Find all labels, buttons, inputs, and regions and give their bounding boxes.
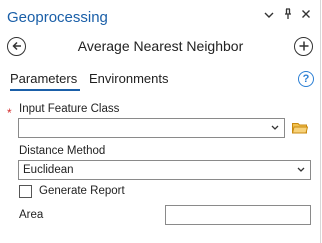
close-icon[interactable] [299, 8, 313, 24]
input-feature-class-field[interactable] [18, 118, 285, 138]
help-icon[interactable]: ? [298, 71, 314, 87]
pane-titlebar: Geoprocessing [0, 0, 321, 34]
active-tab-indicator [10, 89, 80, 91]
tool-tabs: Parameters Environments ? [0, 64, 321, 94]
tab-environments[interactable]: Environments [89, 71, 168, 86]
pin-icon[interactable] [281, 8, 295, 24]
distance-method-label: Distance Method [19, 145, 106, 157]
chevron-down-icon[interactable] [262, 8, 276, 24]
distance-method-select[interactable]: Euclidean [18, 160, 311, 180]
required-marker: * [7, 106, 12, 120]
back-button[interactable] [7, 37, 26, 56]
tool-header: Average Nearest Neighbor [0, 34, 321, 60]
tab-parameters[interactable]: Parameters [10, 71, 77, 86]
distance-method-value: Euclidean [23, 164, 74, 176]
back-arrow-icon [11, 41, 21, 51]
tool-title: Average Nearest Neighbor [77, 38, 244, 54]
input-feature-class-label: Input Feature Class [19, 103, 120, 115]
pane-title: Geoprocessing [7, 9, 108, 26]
folder-icon[interactable] [292, 122, 308, 134]
area-input[interactable] [165, 205, 311, 225]
chevron-down-icon[interactable] [296, 164, 306, 176]
plus-icon [299, 41, 308, 51]
add-button[interactable] [294, 37, 313, 56]
chevron-down-icon[interactable] [270, 122, 280, 134]
generate-report-checkbox[interactable] [19, 185, 32, 198]
generate-report-label: Generate Report [39, 185, 125, 197]
geoprocessing-pane: Geoprocessing Average Nearest Neighbor P… [0, 0, 321, 243]
area-label: Area [19, 209, 44, 221]
